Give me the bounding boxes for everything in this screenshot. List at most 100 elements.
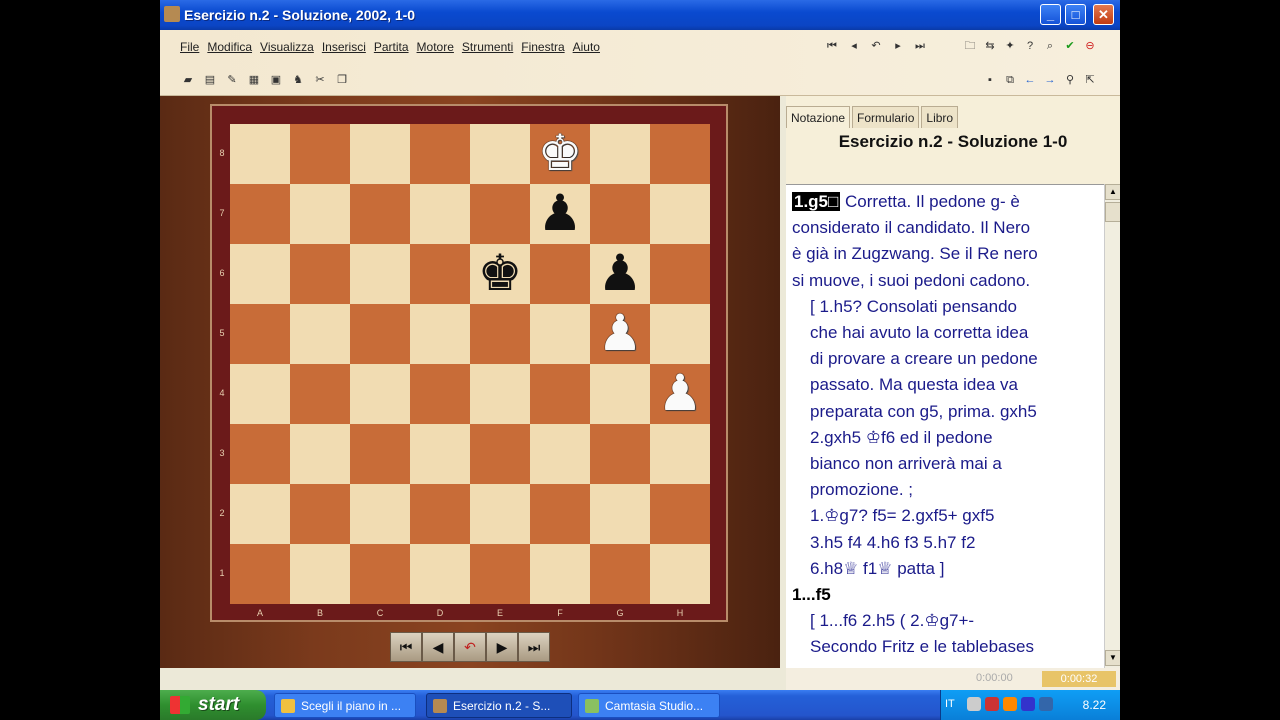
- minimize-button[interactable]: _: [1040, 4, 1061, 25]
- database-icon[interactable]: ▤: [202, 72, 218, 88]
- language-indicator[interactable]: IT: [945, 698, 955, 710]
- window-icon[interactable]: ❐: [334, 72, 350, 88]
- square-g3[interactable]: [590, 424, 650, 484]
- square-c8[interactable]: [350, 124, 410, 184]
- main-move[interactable]: 1...f5: [792, 582, 1098, 608]
- taskbar-item-esercizio[interactable]: Esercizio n.2 - S...: [426, 693, 572, 718]
- square-g6[interactable]: ♟: [590, 244, 650, 304]
- square-g1[interactable]: [590, 544, 650, 604]
- square-a1[interactable]: [230, 544, 290, 604]
- menu-aiuto[interactable]: Aiuto: [573, 40, 600, 54]
- square-a3[interactable]: [230, 424, 290, 484]
- media-icon[interactable]: [1003, 697, 1017, 711]
- black-pawn-g6-icon[interactable]: ♟: [590, 244, 650, 304]
- square-e2[interactable]: [470, 484, 530, 544]
- search-icon[interactable]: ⚲: [1062, 72, 1078, 88]
- square-g5[interactable]: ♟: [590, 304, 650, 364]
- tab-libro[interactable]: Libro: [921, 106, 959, 128]
- square-b1[interactable]: [290, 544, 350, 604]
- menu-modifica[interactable]: Modifica: [207, 40, 252, 54]
- tab-formulario[interactable]: Formulario: [852, 106, 920, 128]
- bulb-icon[interactable]: ✦: [1002, 38, 1018, 54]
- square-c6[interactable]: [350, 244, 410, 304]
- engine-icon[interactable]: ▣: [268, 72, 284, 88]
- tab-notazione[interactable]: Notazione: [786, 106, 851, 128]
- variation-line[interactable]: 1.♔g7? f5= 2.gxf5+ gxf5: [792, 503, 1098, 529]
- square-h1[interactable]: [650, 544, 710, 604]
- square-d4[interactable]: [410, 364, 470, 424]
- piece-icon[interactable]: ♞: [290, 72, 306, 88]
- square-e7[interactable]: [470, 184, 530, 244]
- variation-line[interactable]: [ 1...f6 2.h5 ( 2.♔g7+-: [792, 608, 1098, 634]
- square-e5[interactable]: [470, 304, 530, 364]
- save-icon[interactable]: ▪: [982, 72, 998, 88]
- square-h2[interactable]: [650, 484, 710, 544]
- square-e3[interactable]: [470, 424, 530, 484]
- square-e1[interactable]: [470, 544, 530, 604]
- takeback-icon[interactable]: ↶: [868, 38, 884, 54]
- square-e6[interactable]: ♚: [470, 244, 530, 304]
- flip-icon[interactable]: ⇆: [982, 38, 998, 54]
- menu-inserisci[interactable]: Inserisci: [322, 40, 366, 54]
- menu-strumenti[interactable]: Strumenti: [462, 40, 513, 54]
- square-a2[interactable]: [230, 484, 290, 544]
- white-pawn-h4-icon[interactable]: ♟: [650, 364, 710, 424]
- first-move-icon[interactable]: ⏮: [824, 38, 840, 54]
- scroll-down-icon[interactable]: ▼: [1105, 650, 1120, 666]
- square-e8[interactable]: [470, 124, 530, 184]
- square-f6[interactable]: [530, 244, 590, 304]
- board-icon[interactable]: ▰: [180, 72, 196, 88]
- menu-finestra[interactable]: Finestra: [521, 40, 564, 54]
- menu-file[interactable]: File: [180, 40, 199, 54]
- square-b3[interactable]: [290, 424, 350, 484]
- square-b8[interactable]: [290, 124, 350, 184]
- nav-takeback-button[interactable]: ↶: [454, 632, 486, 662]
- square-e4[interactable]: [470, 364, 530, 424]
- square-b5[interactable]: [290, 304, 350, 364]
- black-king-icon[interactable]: ♚: [470, 244, 530, 304]
- display-icon[interactable]: [1039, 697, 1053, 711]
- copy-icon[interactable]: ⧉: [1002, 72, 1018, 88]
- square-d1[interactable]: [410, 544, 470, 604]
- square-b7[interactable]: [290, 184, 350, 244]
- back-arrow-icon[interactable]: ←: [1022, 72, 1038, 88]
- square-h5[interactable]: [650, 304, 710, 364]
- square-h7[interactable]: [650, 184, 710, 244]
- scroll-up-icon[interactable]: ▲: [1105, 184, 1120, 200]
- square-c7[interactable]: [350, 184, 410, 244]
- variation-line[interactable]: [ 1.h5? Consolati pensando: [792, 294, 1098, 320]
- menu-visualizza[interactable]: Visualizza: [260, 40, 314, 54]
- network-icon[interactable]: [967, 697, 981, 711]
- square-a6[interactable]: [230, 244, 290, 304]
- stop-icon[interactable]: ⊖: [1082, 38, 1098, 54]
- square-g2[interactable]: [590, 484, 650, 544]
- square-f5[interactable]: [530, 304, 590, 364]
- menu-motore[interactable]: Motore: [417, 40, 454, 54]
- next-move-icon[interactable]: ▸: [890, 38, 906, 54]
- nav-first-button[interactable]: ⏮: [390, 632, 422, 662]
- notation-scrollbar[interactable]: ▲ ▼: [1104, 184, 1120, 668]
- variation-line[interactable]: 3.h5 f4 4.h6 f3 5.h7 f2: [792, 530, 1098, 556]
- taskbar-item-camtasia[interactable]: Camtasia Studio...: [578, 693, 720, 718]
- square-c4[interactable]: [350, 364, 410, 424]
- prev-move-icon[interactable]: ◂: [846, 38, 862, 54]
- folder-icon[interactable]: 🗀: [962, 38, 978, 54]
- square-a4[interactable]: [230, 364, 290, 424]
- last-move-icon[interactable]: ⏭: [912, 38, 928, 54]
- square-f8[interactable]: ♚: [530, 124, 590, 184]
- square-h8[interactable]: [650, 124, 710, 184]
- export-icon[interactable]: ⇱: [1082, 72, 1098, 88]
- square-f2[interactable]: [530, 484, 590, 544]
- square-c1[interactable]: [350, 544, 410, 604]
- white-king-icon[interactable]: ♚: [530, 124, 590, 184]
- tools-icon[interactable]: ✂: [312, 72, 328, 88]
- square-h4[interactable]: ♟: [650, 364, 710, 424]
- square-h6[interactable]: [650, 244, 710, 304]
- square-f7[interactable]: ♟: [530, 184, 590, 244]
- variation-line[interactable]: 2.gxh5 ♔f6 ed il pedone: [792, 425, 1098, 451]
- square-f3[interactable]: [530, 424, 590, 484]
- black-pawn-f7-icon[interactable]: ♟: [530, 184, 590, 244]
- white-pawn-g5-icon[interactable]: ♟: [590, 304, 650, 364]
- notation-text[interactable]: 1.g5□ Corretta. Il pedone g- è considera…: [786, 184, 1104, 668]
- variation-line[interactable]: preparata con g5, prima. gxh5: [792, 399, 1098, 425]
